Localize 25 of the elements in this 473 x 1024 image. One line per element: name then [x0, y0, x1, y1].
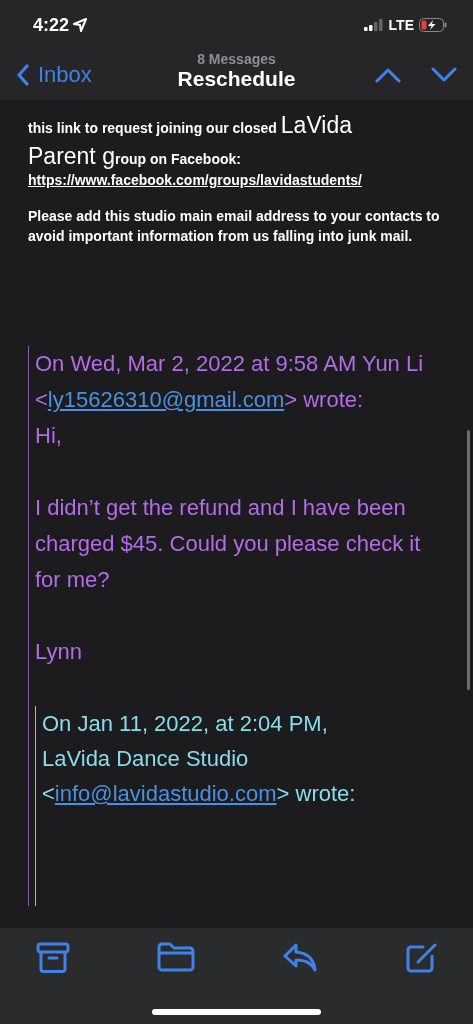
quote-header: On Wed, Mar 2, 2022 at 9:58 AM Yun Li <ly15626310@gmail.com> wrote:	[35, 350, 425, 414]
archive-icon[interactable]	[36, 942, 70, 974]
network-label: LTE	[388, 17, 414, 33]
quote-text: Hi,	[35, 422, 63, 450]
message-count: 8 Messages	[197, 52, 276, 66]
compose-icon[interactable]	[405, 942, 439, 974]
quote-header: On Jan 11, 2022, at 2:04 PM, LaVida Dance Studio <info@lavidastudio.com> wrote:	[42, 710, 357, 808]
quote-text: Lynn	[35, 638, 83, 666]
back-button[interactable]: Inbox	[16, 62, 92, 88]
signal-icon	[363, 19, 384, 31]
quote-text: I didn’t get the refund and I have been charged $45. Could you please check it for me?	[35, 494, 422, 594]
folder-icon[interactable]	[157, 942, 195, 972]
reply-icon[interactable]	[282, 942, 318, 972]
battery-charging-icon	[419, 18, 447, 32]
facebook-link[interactable]: https://www.facebook.com/groups/lavidastudents/	[28, 172, 362, 188]
location-arrow-icon	[73, 18, 88, 32]
body-text: this link to request joining our closed LaVida Parent group on Facebook:	[28, 111, 353, 171]
chevron-left-icon[interactable]	[16, 64, 30, 86]
body-paragraph: Please add this studio main email address to your contacts to avoid important information from us falling into junk mail.	[28, 207, 441, 246]
thread-title: Reschedule	[177, 67, 296, 92]
previous-message-icon[interactable]	[375, 67, 401, 83]
status-time: 4:22	[33, 14, 70, 36]
email-link[interactable]: ly15626310@gmail.com	[47, 387, 285, 412]
next-message-icon[interactable]	[431, 67, 457, 83]
email-link[interactable]: info@lavidastudio.com	[54, 781, 277, 806]
